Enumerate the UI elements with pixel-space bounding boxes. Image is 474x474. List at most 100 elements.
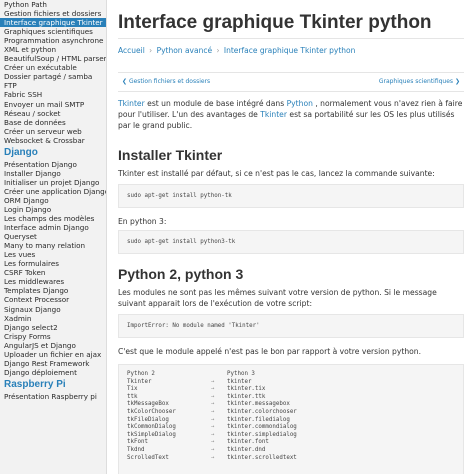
sidebar-item[interactable]: Réseau / socket	[0, 109, 106, 118]
sidebar-item[interactable]: Django déploiement	[0, 368, 106, 377]
tkinter-link[interactable]: Tkinter	[118, 99, 145, 108]
sidebar-item[interactable]: ORM Django	[0, 196, 106, 205]
breadcrumb-current[interactable]: Interface graphique Tkinter python	[224, 46, 356, 55]
table-cell: Tkdnd	[127, 446, 145, 453]
sidebar-item[interactable]: Installer Django	[0, 169, 106, 178]
arrow-right-icon: →	[211, 454, 215, 461]
heading-install: Installer Tkinter	[118, 147, 223, 163]
table-row: ttk → tkinter.ttk	[127, 394, 455, 402]
module-paragraph: C'est que le module appelé n'est pas le …	[118, 347, 422, 356]
arrow-right-icon: →	[211, 439, 215, 446]
sidebar-item[interactable]: AngularJS et Django	[0, 341, 106, 350]
code-line: sudo apt-get install python-tk	[127, 193, 232, 199]
arrow-right-icon: →	[211, 431, 215, 438]
sidebar-item[interactable]: Dossier partagé / samba	[0, 72, 106, 81]
code-line: sudo apt-get install python3-tk	[127, 239, 236, 245]
sidebar-item[interactable]: Les vues	[0, 250, 106, 259]
sidebar-item[interactable]: Templates Django	[0, 286, 106, 295]
python-link[interactable]: Python	[287, 99, 313, 108]
table-row: tkCommonDialog → tkinter.commondialog	[127, 424, 455, 432]
tkinter-link[interactable]: Tkinter	[260, 110, 287, 119]
sidebar-item[interactable]: Interface graphique Tkinter	[0, 18, 106, 28]
sidebar-item[interactable]: Context Processor	[0, 295, 106, 304]
table-cell: tkinter.scrolledtext	[227, 454, 297, 461]
sidebar-item[interactable]: Django Rest Framework	[0, 359, 106, 368]
page-pager: ❮ Gestion fichiers et dossiers Graphique…	[118, 72, 464, 92]
table-cell: tkFont	[127, 439, 148, 446]
sidebar-item[interactable]: Les champs des modèles	[0, 214, 106, 223]
python3-paragraph: En python 3:	[118, 217, 167, 226]
sidebar-item[interactable]: Base de données	[0, 118, 106, 127]
table-cell: tkinter	[227, 378, 252, 385]
sidebar-item[interactable]: Créer une application Django	[0, 187, 106, 196]
sidebar-item[interactable]: Créer un exécutable	[0, 63, 106, 72]
table-cell: tkinter.simpledialog	[227, 431, 297, 438]
sidebar-item[interactable]: Fabric SSH	[0, 90, 106, 99]
sidebar-item[interactable]: Websocket & Crossbar	[0, 136, 106, 145]
sidebar-item[interactable]: CSRF Token	[0, 268, 106, 277]
sidebar-item[interactable]: Signaux Django	[0, 305, 106, 314]
table-cell: Tkinter	[127, 378, 152, 385]
table-row: Tix → tkinter.tix	[127, 386, 455, 394]
sidebar-item[interactable]: Initialiser un projet Django	[0, 178, 106, 187]
sidebar-item[interactable]: Django select2	[0, 323, 106, 332]
table-cell: tkinter.colorchooser	[227, 408, 297, 415]
arrow-right-icon: →	[211, 446, 215, 453]
table-cell: tkSimpleDialog	[127, 431, 176, 438]
arrow-right-icon: →	[211, 408, 215, 415]
code-block-python3: sudo apt-get install python3-tk	[118, 230, 464, 254]
title-divider	[118, 38, 464, 39]
sidebar-item[interactable]: Uploader un fichier en ajax	[0, 350, 106, 359]
table-row: tkFileDialog → tkinter.filedialog	[127, 417, 455, 425]
code-block-module-table: Python 2 Python 3 Tkinter → tkinter Tix → tkint…	[118, 364, 464, 474]
chevron-right-icon: ❯	[453, 78, 460, 85]
table-cell: Python 3	[227, 371, 255, 377]
table-row: Python 2 Python 3	[127, 371, 455, 379]
table-row: Tkdnd → tkinter.dnd	[127, 447, 455, 455]
sidebar-section-django: Django	[4, 146, 38, 158]
sidebar-item[interactable]: Interface admin Django	[0, 223, 106, 232]
breadcrumb-section[interactable]: Python avancé	[157, 46, 213, 55]
sidebar-item[interactable]: Login Django	[0, 205, 106, 214]
sidebar-item[interactable]: Xadmin	[0, 314, 106, 323]
table-row: tkSimpleDialog → tkinter.simpledialog	[127, 432, 455, 440]
table-cell: Tix	[127, 386, 138, 393]
table-row: tkColorChooser → tkinter.colorchooser	[127, 409, 455, 417]
sidebar-item[interactable]: Présentation Django	[0, 160, 106, 169]
table-cell: tkinter.font	[227, 439, 269, 446]
breadcrumb-home[interactable]: Accueil	[118, 46, 145, 55]
arrow-right-icon: →	[211, 393, 215, 400]
table-row: Tkinter → tkinter	[127, 379, 455, 387]
sidebar-item[interactable]: Les middlewares	[0, 277, 106, 286]
sidebar-item[interactable]: Many to many relation	[0, 241, 106, 250]
table-cell: Python 2	[127, 371, 155, 377]
table-cell: tkCommonDialog	[127, 424, 176, 431]
sidebar-item[interactable]: Crispy Forms	[0, 332, 106, 341]
table-cell: tkFileDialog	[127, 416, 169, 423]
next-page-link[interactable]: Graphiques scientifiques ❯	[379, 78, 460, 85]
sidebar-item[interactable]: Les formulaires	[0, 259, 106, 268]
main-content: Interface graphique Tkinter python Accue…	[108, 0, 474, 474]
sidebar-item[interactable]: Programmation asynchrone	[0, 36, 106, 45]
install-paragraph: Tkinter est installé par défaut, si ce n…	[118, 169, 435, 178]
breadcrumb-separator-icon: ›	[149, 46, 153, 55]
prev-page-link[interactable]: ❮ Gestion fichiers et dossiers	[122, 78, 210, 85]
table-row: ScrolledText → tkinter.scrolledtext	[127, 455, 455, 463]
sidebar-item[interactable]: FTP	[0, 81, 106, 90]
sidebar-item[interactable]: BeautifulSoup / HTML parser	[0, 54, 106, 63]
sidebar-item[interactable]: XML et python	[0, 45, 106, 54]
sidebar: Python Path Gestion fichiers et dossiers I…	[0, 0, 107, 474]
sidebar-item[interactable]: Queryset	[0, 232, 106, 241]
sidebar-item[interactable]: Envoyer un mail SMTP	[0, 100, 106, 109]
sidebar-item[interactable]: Présentation Raspberry pi	[0, 392, 106, 401]
arrow-right-icon: →	[211, 401, 215, 408]
sidebar-item[interactable]: Gestion fichiers et dossiers	[0, 9, 106, 18]
sidebar-item[interactable]: Créer un serveur web	[0, 127, 106, 136]
sidebar-item[interactable]: Graphiques scientifiques	[0, 27, 106, 36]
sidebar-item[interactable]: Python Path	[0, 0, 106, 9]
table-row: tkMessageBox → tkinter.messagebox	[127, 401, 455, 409]
table-cell: ScrolledText	[127, 454, 169, 461]
table-cell: tkinter.tix	[227, 386, 266, 393]
intro-paragraph: Tkinter est un module de base intégré da…	[118, 99, 463, 130]
table-row: tkFont → tkinter.font	[127, 439, 455, 447]
